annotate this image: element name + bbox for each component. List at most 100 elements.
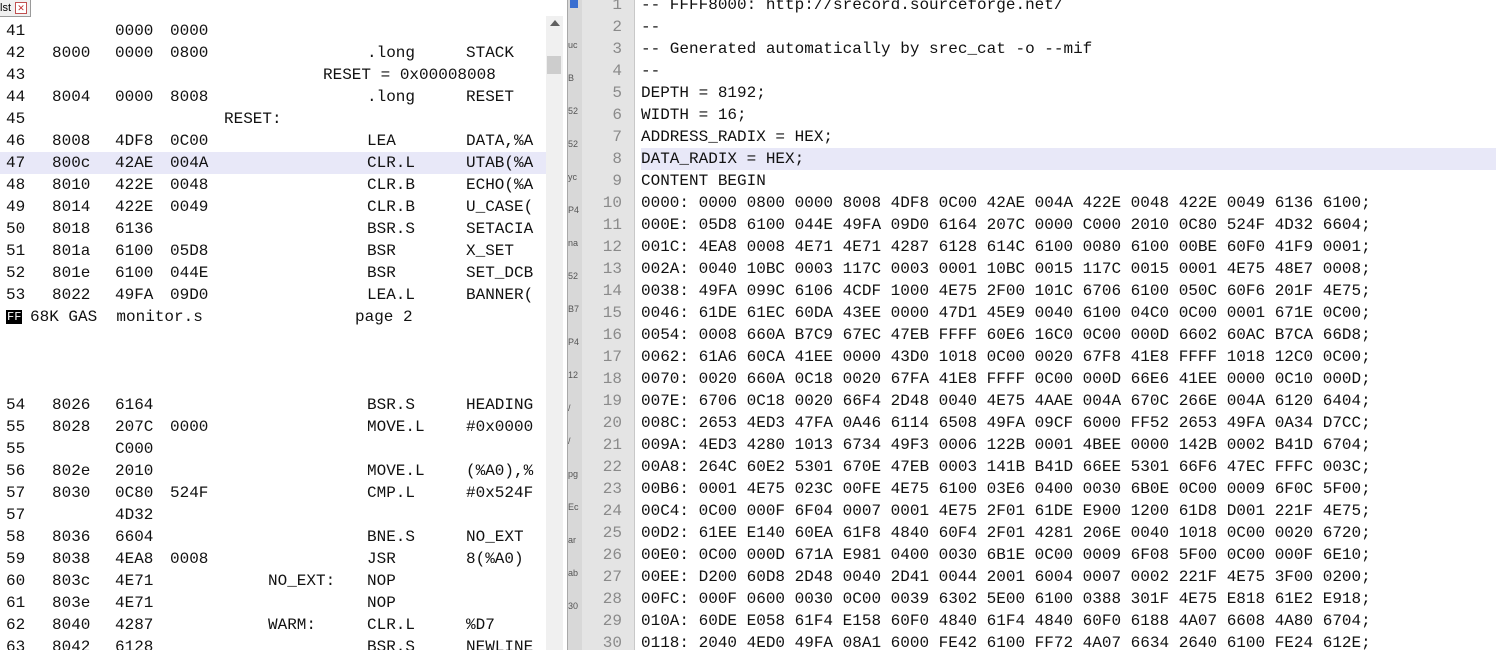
editor-line[interactable]: 22 00A8: 264C 60E2 5301 670E 47EB 0003 14… [582,456,1496,478]
listing-c1: 422E [115,198,154,216]
listing-row[interactable]: 45 RESET: [0,108,546,130]
line-number: 2 [612,18,622,36]
form-feed-glyph: FF [6,310,23,324]
listing-c2: 0008 [170,550,209,568]
listing-addr: 8010 [52,176,91,194]
editor-line[interactable]: 3 -- Generated automatically by srec_cat … [582,38,1496,60]
editor-line[interactable]: 19 007E: 6706 0C18 0020 66F4 2D48 0040 4E… [582,390,1496,412]
editor-line[interactable]: 8 DATA_RADIX = HEX; [582,148,1496,170]
listing-row[interactable]: 44 8004 0000 8008 .long RESET [0,86,546,108]
close-tab-icon[interactable]: ✕ [15,2,27,14]
editor-line[interactable]: 27 00EE: D200 60D8 2D48 0040 2D41 0044 20… [582,566,1496,588]
editor-line[interactable]: 5 DEPTH = 8192; [582,82,1496,104]
editor-line[interactable]: 15 0046: 61DE 61EC 60DA 43EE 0000 47D1 45… [582,302,1496,324]
editor-line[interactable]: 21 009A: 4ED3 4280 1013 6734 49F3 0006 12… [582,434,1496,456]
listing-row[interactable]: 58 8036 6604 BNE.S NO_EXT [0,526,546,548]
listing-row[interactable]: 61 803e 4E71 NOP [0,592,546,614]
line-text: 00FC: 000F 0600 0030 0C00 0039 6302 5E00… [641,590,1371,608]
listing-row[interactable]: 57 8030 0C80 524F CMP.L #0x524F [0,482,546,504]
mif-editor-pane[interactable]: 1 -- FFFF8000: http://srecord.sourceforge… [582,0,1496,650]
listing-row[interactable]: 51 801a 6100 05D8 BSR X_SET [0,240,546,262]
scrollbar-thumb[interactable] [547,56,561,74]
editor-line[interactable]: 26 00E0: 0C00 000D 671A E981 0400 0030 6B… [582,544,1496,566]
editor-line[interactable]: 10 0000: 0000 0800 0000 8008 4DF8 0C00 42… [582,192,1496,214]
listing-row[interactable] [0,350,546,372]
listing-row[interactable] [0,372,546,394]
vertical-scrollbar[interactable] [546,16,563,650]
line-number: 5 [612,84,622,102]
listing-c1: 6100 [115,242,154,260]
editor-line[interactable]: 7 ADDRESS_RADIX = HEX; [582,126,1496,148]
editor-line[interactable]: 24 00C4: 0C00 000F 6F04 0007 0001 4E75 2F… [582,500,1496,522]
listing-op: BSR [367,264,396,282]
listing-arg: 8(%A0) [466,550,524,568]
line-number: 20 [602,414,622,432]
editor-line[interactable]: 2 -- [582,16,1496,38]
listing-row[interactable]: 48 8010 422E 0048 CLR.B ECHO(%A [0,174,546,196]
listing-addr: 8008 [52,132,91,150]
strip-fragment: 30 [568,601,579,611]
listing-arg: #0x524F [466,484,534,502]
editor-line[interactable]: 4 -- [582,60,1496,82]
listing-row[interactable]: FF 68K GAS monitor.s page 2 [0,306,546,328]
line-text: 009A: 4ED3 4280 1013 6734 49F3 0006 122B… [641,436,1371,454]
editor-line[interactable]: 17 0062: 61A6 60CA 41EE 0000 43D0 1018 0C… [582,346,1496,368]
line-number: 14 [602,282,622,300]
page-number: page 2 [355,308,413,326]
line-text: 00D2: 61EE E140 60EA 61F8 4840 60F4 2F01… [641,524,1371,542]
editor-line[interactable]: 30 0118: 2040 4ED0 49FA 08A1 6000 FE42 61… [582,632,1496,650]
strip-fragment: ab [568,568,579,578]
listing-addr: 8040 [52,616,91,634]
listing-row[interactable]: 59 8038 4EA8 0008 JSR 8(%A0) [0,548,546,570]
listing-addr: 803c [52,572,91,590]
editor-line[interactable]: 25 00D2: 61EE E140 60EA 61F8 4840 60F4 2F… [582,522,1496,544]
listing-addr: 8038 [52,550,91,568]
listing-row[interactable]: 55 8028 207C 0000 MOVE.L #0x0000 [0,416,546,438]
listing-c1: 4E71 [115,594,154,612]
scroll-up-icon[interactable] [550,20,560,26]
strip-fragment: / [568,436,571,446]
listing-row[interactable]: 55 C000 [0,438,546,460]
editor-line[interactable]: 18 0070: 0020 660A 0C18 0020 67FA 41E8 FF… [582,368,1496,390]
editor-line[interactable]: 12 001C: 4EA8 0008 4E71 4E71 4287 6128 61… [582,236,1496,258]
listing-row[interactable]: 54 8026 6164 BSR.S HEADING [0,394,546,416]
editor-line[interactable]: 28 00FC: 000F 0600 0030 0C00 0039 6302 5E… [582,588,1496,610]
listing-row[interactable]: 53 8022 49FA 09D0 LEA.L BANNER( [0,284,546,306]
editor-line[interactable]: 9 CONTENT BEGIN [582,170,1496,192]
listing-addr: 801a [52,242,91,260]
line-number: 25 [602,524,622,542]
editor-line[interactable]: 11 000E: 05D8 6100 044E 49FA 09D0 6164 20… [582,214,1496,236]
listing-row[interactable]: 60 803c 4E71 NO_EXT: NOP [0,570,546,592]
listing-row[interactable]: 47 800c 42AE 004A CLR.L UTAB(%A [0,152,546,174]
line-text: -- FFFF8000: http://srecord.sourceforge.… [641,0,1064,14]
listing-row[interactable]: 56 802e 2010 MOVE.L (%A0),% [0,460,546,482]
editor-line[interactable]: 14 0038: 49FA 099C 6106 4CDF 1000 4E75 2F… [582,280,1496,302]
listing-pane[interactable]: lst ✕ 41 0000 0000 42 8000 0000 0800 .long STACK… [0,0,567,650]
tab-lst[interactable]: lst ✕ [0,0,31,17]
listing-row[interactable]: 43 RESET = 0x00008008 [0,64,546,86]
listing-arg: DATA,%A [466,132,534,150]
editor-line[interactable]: 16 0054: 0008 660A B7C9 67EC 47EB FFFF 60… [582,324,1496,346]
line-number: 26 [602,546,622,564]
listing-arg: UTAB(%A [466,154,534,172]
listing-row[interactable]: 63 8042 6128 BSR.S NEWLINE [0,636,546,650]
listing-row[interactable]: 46 8008 4DF8 0C00 LEA DATA,%A [0,130,546,152]
listing-c1: 0C80 [115,484,154,502]
editor-line[interactable]: 1 -- FFFF8000: http://srecord.sourceforge… [582,0,1496,16]
listing-row[interactable]: 62 8040 4287 WARM: CLR.L %D7 [0,614,546,636]
editor-line[interactable]: 20 008C: 2653 4ED3 47FA 0A46 6114 6508 49… [582,412,1496,434]
listing-n: 55 [6,440,26,458]
listing-row[interactable]: 41 0000 0000 [0,20,546,42]
listing-row[interactable]: 49 8014 422E 0049 CLR.B U_CASE( [0,196,546,218]
listing-row[interactable]: 57 4D32 [0,504,546,526]
editor-line[interactable]: 23 00B6: 0001 4E75 023C 00FE 4E75 6100 03… [582,478,1496,500]
listing-row[interactable]: 52 801e 6100 044E BSR SET_DCB [0,262,546,284]
listing-row[interactable] [0,328,546,350]
listing-row[interactable]: 42 8000 0000 0800 .long STACK [0,42,546,64]
listing-addr: 801e [52,264,91,282]
listing-op: .long [367,88,416,106]
listing-row[interactable]: 50 8018 6136 BSR.S SETACIA [0,218,546,240]
editor-line[interactable]: 6 WIDTH = 16; [582,104,1496,126]
editor-line[interactable]: 13 002A: 0040 10BC 0003 117C 0003 0001 10… [582,258,1496,280]
editor-line[interactable]: 29 010A: 60DE E058 61F4 E158 60F0 4840 61… [582,610,1496,632]
